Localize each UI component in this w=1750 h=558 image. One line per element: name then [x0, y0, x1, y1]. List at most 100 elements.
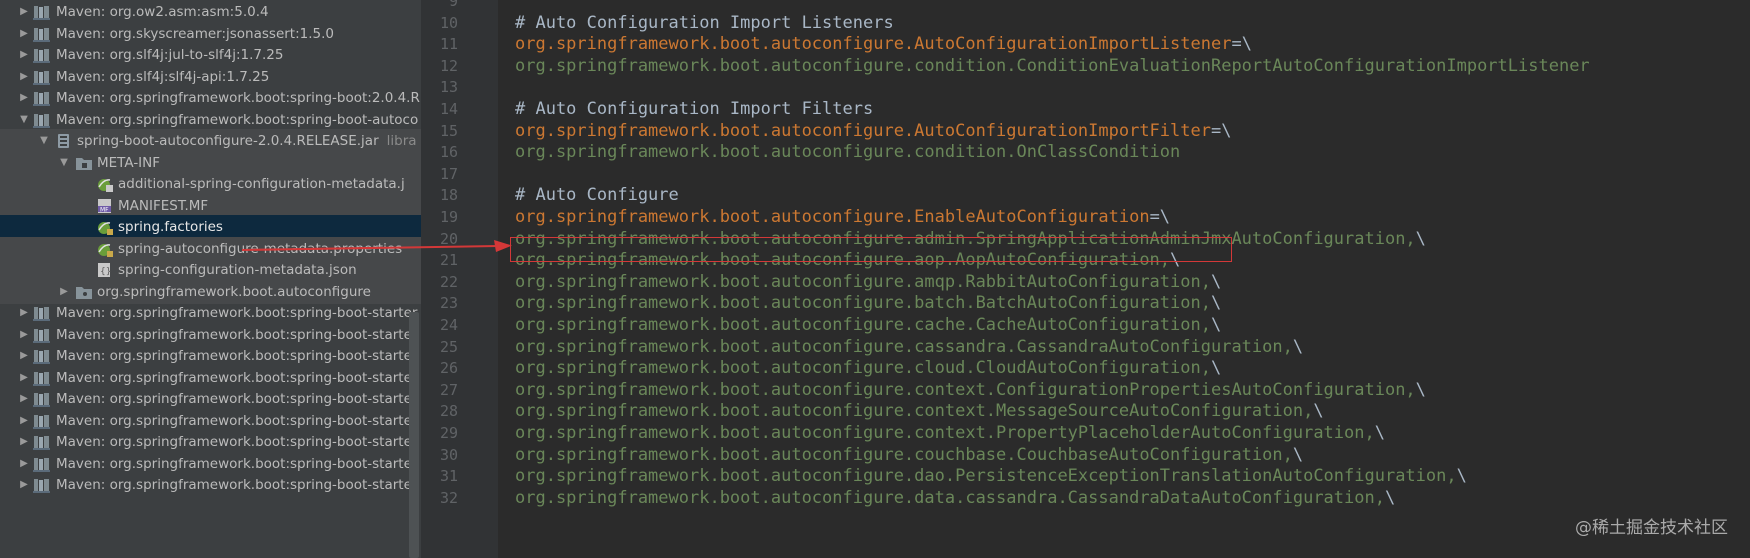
code-line[interactable]: org.springframework.boot.autoconfigure.c… [515, 421, 1385, 445]
tree-item[interactable]: ▶ Maven: org.slf4j:jul-to-slf4j:1.7.25 [0, 43, 421, 67]
chevron-right-icon[interactable]: ▶ [18, 22, 30, 46]
code-line[interactable]: org.springframework.boot.autoconfigure.c… [515, 443, 1303, 467]
code-token: org.springframework.boot.autoconfigure.c… [515, 423, 1375, 443]
code-line[interactable]: org.springframework.boot.autoconfigure.d… [515, 486, 1395, 510]
tree-item[interactable]: ▶ Maven: org.springframework.boot:spring-… [0, 366, 421, 390]
chevron-right-icon[interactable]: ▶ [18, 473, 30, 497]
chevron-right-icon[interactable]: ▶ [18, 366, 30, 390]
chevron-down-icon[interactable]: ▼ [58, 151, 70, 175]
tree-item-label: MANIFEST.MF [118, 197, 209, 214]
code-token: # Auto Configure [515, 185, 679, 206]
tree-item[interactable]: ▶ Maven: org.springframework.boot:spring-… [0, 473, 421, 497]
code-line[interactable]: org.springframework.boot.autoconfigure.c… [515, 399, 1324, 423]
chevron-down-icon[interactable]: ▼ [38, 129, 50, 153]
tree-item-label: Maven: org.slf4j:jul-to-slf4j:1.7.25 [56, 47, 284, 63]
tree-item-label: Maven: org.springframework.boot:spring-b… [56, 90, 421, 106]
library-icon [33, 370, 51, 386]
chevron-down-icon[interactable]: ▼ [18, 108, 30, 132]
code-line[interactable]: org.springframework.boot.autoconfigure.c… [515, 335, 1303, 359]
package-icon [75, 284, 93, 300]
tree-item[interactable]: ▶ Maven: org.springframework.boot:spring-… [0, 430, 421, 454]
code-line[interactable]: org.springframework.boot.autoconfigure.A… [515, 32, 1252, 56]
tree-item[interactable]: ▶ Maven: org.ow2.asm:asm:5.0.4 [0, 0, 421, 24]
tree-item[interactable]: ▼ META-INF [0, 150, 421, 175]
tree-item[interactable]: ▶ Maven: org.springframework.boot:spring-… [0, 452, 421, 476]
tree-item[interactable]: ▶ Maven: org.springframework.boot:spring-… [0, 387, 421, 411]
tree-item[interactable]: ▶ Maven: org.springframework.boot:spring-… [0, 301, 421, 325]
folder-icon [75, 155, 93, 171]
code-line[interactable]: org.springframework.boot.autoconfigure.a… [515, 270, 1221, 294]
code-line[interactable]: # Auto Configure [515, 183, 679, 207]
code-token: org.springframework.boot.autoconfigure.A… [515, 34, 1232, 55]
code-line[interactable]: # Auto Configuration Import Filters [515, 97, 873, 121]
tree-item[interactable]: ▶ Maven: org.skyscreamer:jsonassert:1.5.0 [0, 22, 421, 46]
tree-item[interactable]: ▼ Maven: org.springframework.boot:spring-… [0, 108, 421, 132]
line-number: 29 [439, 424, 458, 442]
chevron-right-icon[interactable]: ▶ [18, 409, 30, 433]
project-tree: ▶ Maven: org.ow2.asm:asm:5.0.4 ▶ Maven: org… [0, 0, 421, 558]
line-number: 19 [439, 208, 458, 226]
chevron-right-icon[interactable]: ▶ [58, 280, 70, 304]
chevron-right-icon[interactable]: ▶ [18, 323, 30, 347]
tree-item-label: spring.factories [118, 219, 223, 235]
tree-item[interactable]: ▶ Maven: org.springframework.boot:spring-… [0, 409, 421, 433]
spring-factories-file-icon [96, 219, 114, 235]
chevron-right-icon[interactable]: ▶ [18, 86, 30, 110]
library-icon [33, 477, 51, 493]
code-line[interactable]: org.springframework.boot.autoconfigure.c… [515, 313, 1221, 337]
library-icon [33, 69, 51, 85]
library-icon [33, 26, 51, 42]
code-line[interactable]: org.springframework.boot.autoconfigure.b… [515, 291, 1221, 315]
code-editor[interactable]: # Auto Configuration Import Listeners org… [498, 0, 1750, 558]
chevron-right-icon[interactable]: ▶ [18, 301, 30, 325]
code-token: org.springframework.boot.autoconfigure.c… [515, 444, 1293, 465]
line-number: 10 [439, 13, 458, 32]
svg-text:{}: {} [100, 267, 111, 277]
chevron-right-icon[interactable]: ▶ [18, 43, 30, 67]
code-token: \ [1292, 444, 1304, 465]
code-line[interactable]: org.springframework.boot.autoconfigure.A… [515, 119, 1231, 143]
tree-item-label: additional-spring-configuration-metadata… [118, 176, 405, 192]
chevron-right-icon[interactable]: ▶ [18, 387, 30, 411]
tree-item[interactable]: {} spring-configuration-metadata.json [0, 258, 421, 282]
code-token: org.springframework.boot.autoconfigure.A… [515, 120, 1211, 141]
code-line[interactable]: # Auto Configuration Import Listeners [515, 11, 894, 35]
line-number: 31 [439, 467, 458, 486]
chevron-right-icon[interactable]: ▶ [18, 344, 30, 368]
library-icon [33, 47, 51, 63]
tree-item[interactable]: spring.factories [0, 215, 421, 239]
code-token: org.springframework.boot.autoconfigure.c… [515, 401, 1314, 422]
tree-item-label: Maven: org.springframework.boot:spring-b… [56, 348, 418, 364]
chevron-right-icon[interactable]: ▶ [18, 452, 30, 476]
code-line[interactable]: org.springframework.boot.autoconfigure.c… [515, 378, 1426, 402]
tree-item[interactable]: ▶ Maven: org.springframework.boot:spring-… [0, 323, 421, 347]
tree-scrollbar[interactable] [409, 312, 419, 558]
line-number: 11 [439, 35, 458, 54]
library-icon [33, 413, 51, 429]
code-token: org.springframework.boot.autoconfigure.c… [515, 142, 1181, 163]
tree-item[interactable]: ▶ Maven: org.slf4j:slf4j-api:1.7.25 [0, 65, 421, 89]
code-line[interactable]: org.springframework.boot.autoconfigure.d… [515, 464, 1467, 488]
tree-item[interactable]: additional-spring-configuration-metadata… [0, 172, 421, 196]
code-line[interactable]: org.springframework.boot.autoconfigure.c… [515, 140, 1180, 164]
code-line[interactable]: org.springframework.boot.autoconfigure.E… [515, 205, 1170, 229]
line-number: 28 [439, 402, 458, 421]
tree-item-label: spring-boot-autoconfigure-2.0.4.RELEASE.… [77, 133, 379, 149]
tree-item[interactable]: ▶ org.springframework.boot.autoconfigure [0, 279, 421, 304]
line-number: 13 [439, 78, 458, 97]
tree-item[interactable]: ▶ Maven: org.springframework.boot:spring-… [0, 344, 421, 368]
chevron-right-icon[interactable]: ▶ [18, 0, 30, 24]
tree-item[interactable]: ▶ Maven: org.springframework.boot:spring-… [0, 86, 421, 110]
tree-item[interactable]: MF MANIFEST.MF [0, 193, 421, 218]
code-token: \ [1210, 293, 1222, 314]
tree-item[interactable]: ▼ spring-boot-autoconfigure-2.0.4.RELEASE… [0, 129, 421, 153]
tree-item-suffix: libra [386, 133, 417, 149]
code-token: \ [1210, 358, 1222, 379]
tree-item-label: Maven: org.springframework.boot:spring-b… [56, 455, 418, 472]
chevron-right-icon[interactable]: ▶ [18, 65, 30, 89]
code-line[interactable]: org.springframework.boot.autoconfigure.c… [515, 54, 1590, 78]
code-token: \ [1456, 466, 1467, 487]
chevron-right-icon[interactable]: ▶ [18, 430, 30, 454]
code-line[interactable]: org.springframework.boot.autoconfigure.c… [515, 356, 1221, 380]
library-icon [33, 348, 51, 364]
